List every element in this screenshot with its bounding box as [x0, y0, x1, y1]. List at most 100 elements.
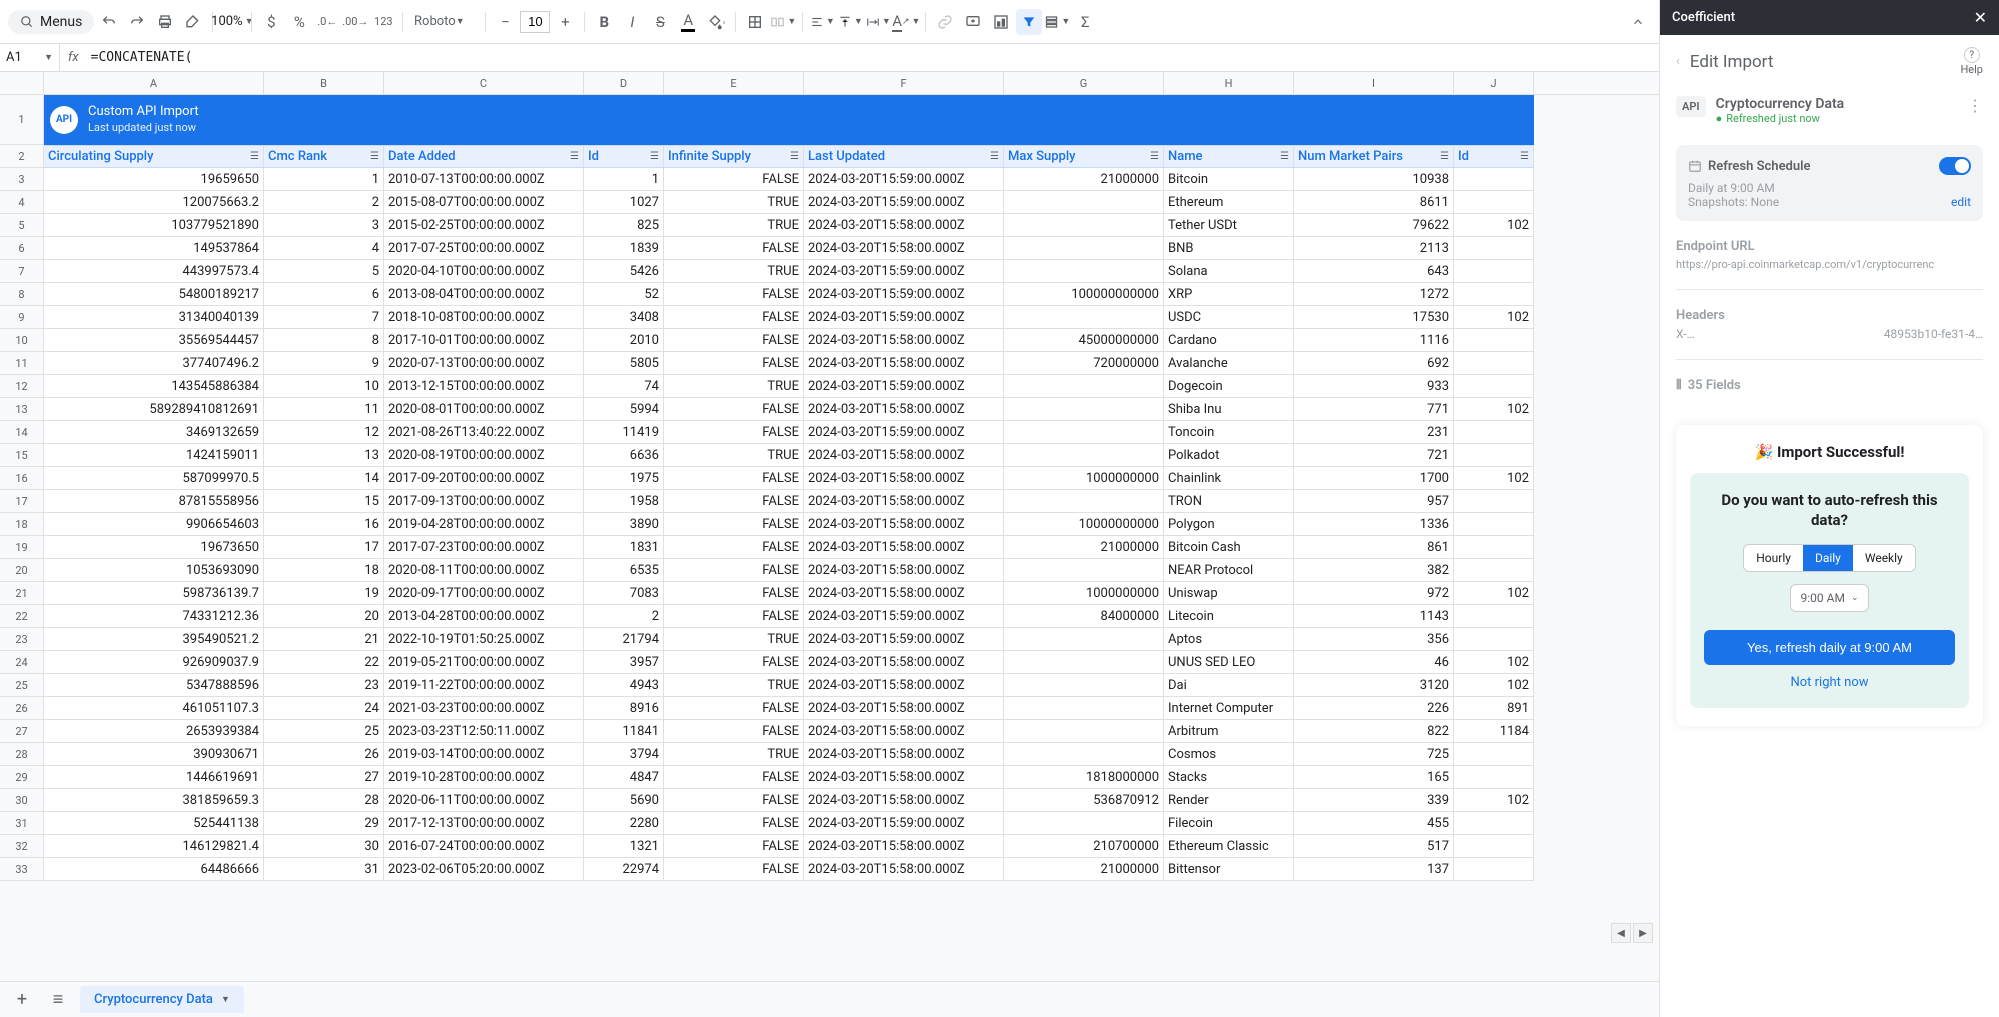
- import-menu-button[interactable]: ⋮: [1967, 96, 1983, 115]
- row-header[interactable]: 17: [0, 490, 44, 513]
- data-cell[interactable]: XRP: [1164, 283, 1294, 306]
- data-cell[interactable]: 2024-03-20T15:59:00.000Z: [804, 375, 1004, 398]
- data-cell[interactable]: [1454, 536, 1534, 559]
- data-cell[interactable]: 2: [264, 191, 384, 214]
- data-cell[interactable]: 2024-03-20T15:58:00.000Z: [804, 697, 1004, 720]
- data-cell[interactable]: 825: [584, 214, 664, 237]
- data-cell[interactable]: 2024-03-20T15:58:00.000Z: [804, 444, 1004, 467]
- data-cell[interactable]: [1004, 651, 1164, 674]
- data-cell[interactable]: Ethereum Classic: [1164, 835, 1294, 858]
- add-sheet-button[interactable]: +: [8, 986, 36, 1014]
- data-cell[interactable]: FALSE: [664, 398, 804, 421]
- data-cell[interactable]: Polygon: [1164, 513, 1294, 536]
- data-cell[interactable]: 8916: [584, 697, 664, 720]
- data-cell[interactable]: 1027: [584, 191, 664, 214]
- data-cell[interactable]: 9906654603: [44, 513, 264, 536]
- data-cell[interactable]: 4943: [584, 674, 664, 697]
- row-header[interactable]: 19: [0, 536, 44, 559]
- data-cell[interactable]: 1272: [1294, 283, 1454, 306]
- data-cell[interactable]: [1004, 191, 1164, 214]
- data-cell[interactable]: 1958: [584, 490, 664, 513]
- data-cell[interactable]: 2019-05-21T00:00:00.000Z: [384, 651, 584, 674]
- data-cell[interactable]: FALSE: [664, 835, 804, 858]
- data-cell[interactable]: 536870912: [1004, 789, 1164, 812]
- data-cell[interactable]: [1004, 306, 1164, 329]
- row-header[interactable]: 4: [0, 191, 44, 214]
- data-cell[interactable]: [1004, 260, 1164, 283]
- column-filter-header[interactable]: Max Supply☰: [1004, 145, 1164, 168]
- row-header[interactable]: 18: [0, 513, 44, 536]
- row-header[interactable]: 16: [0, 467, 44, 490]
- data-cell[interactable]: 2020-08-01T00:00:00.000Z: [384, 398, 584, 421]
- data-cell[interactable]: [1004, 697, 1164, 720]
- data-cell[interactable]: [1004, 674, 1164, 697]
- data-cell[interactable]: TRUE: [664, 743, 804, 766]
- data-cell[interactable]: 2013-12-15T00:00:00.000Z: [384, 375, 584, 398]
- data-cell[interactable]: 2024-03-20T15:59:00.000Z: [804, 812, 1004, 835]
- menus-button[interactable]: Menus: [8, 10, 94, 34]
- currency-button[interactable]: $: [258, 9, 284, 35]
- data-cell[interactable]: 2020-08-11T00:00:00.000Z: [384, 559, 584, 582]
- column-filter-header[interactable]: Num Market Pairs☰: [1294, 145, 1454, 168]
- data-cell[interactable]: [1454, 835, 1534, 858]
- data-cell[interactable]: 861: [1294, 536, 1454, 559]
- schedule-edit-link[interactable]: edit: [1951, 195, 1971, 209]
- data-cell[interactable]: [1454, 605, 1534, 628]
- data-cell[interactable]: 2020-04-10T00:00:00.000Z: [384, 260, 584, 283]
- name-box[interactable]: A1▼: [0, 44, 60, 71]
- fill-color-button[interactable]: [703, 9, 729, 35]
- row-header[interactable]: 8: [0, 283, 44, 306]
- column-filter-header[interactable]: Name☰: [1164, 145, 1294, 168]
- data-cell[interactable]: Toncoin: [1164, 421, 1294, 444]
- data-cell[interactable]: 381859659.3: [44, 789, 264, 812]
- data-cell[interactable]: NEAR Protocol: [1164, 559, 1294, 582]
- data-cell[interactable]: 21000000: [1004, 536, 1164, 559]
- data-cell[interactable]: 2024-03-20T15:58:00.000Z: [804, 720, 1004, 743]
- scroll-right-button[interactable]: ▶: [1633, 923, 1653, 943]
- data-cell[interactable]: FALSE: [664, 720, 804, 743]
- data-cell[interactable]: [1454, 858, 1534, 881]
- data-cell[interactable]: 12: [264, 421, 384, 444]
- data-cell[interactable]: 102: [1454, 467, 1534, 490]
- data-cell[interactable]: 6636: [584, 444, 664, 467]
- data-cell[interactable]: 2024-03-20T15:58:00.000Z: [804, 329, 1004, 352]
- data-cell[interactable]: [1004, 375, 1164, 398]
- data-cell[interactable]: 1446619691: [44, 766, 264, 789]
- data-cell[interactable]: 455: [1294, 812, 1454, 835]
- data-cell[interactable]: 2113: [1294, 237, 1454, 260]
- data-cell[interactable]: 10938: [1294, 168, 1454, 191]
- data-cell[interactable]: [1454, 743, 1534, 766]
- row-header[interactable]: 15: [0, 444, 44, 467]
- data-cell[interactable]: 2024-03-20T15:58:00.000Z: [804, 467, 1004, 490]
- data-cell[interactable]: Stacks: [1164, 766, 1294, 789]
- data-cell[interactable]: 1424159011: [44, 444, 264, 467]
- data-cell[interactable]: 926909037.9: [44, 651, 264, 674]
- data-cell[interactable]: 2024-03-20T15:58:00.000Z: [804, 743, 1004, 766]
- column-filter-header[interactable]: Id☰: [584, 145, 664, 168]
- data-cell[interactable]: 2024-03-20T15:58:00.000Z: [804, 490, 1004, 513]
- data-cell[interactable]: 146129821.4: [44, 835, 264, 858]
- column-header[interactable]: I: [1294, 72, 1454, 94]
- data-cell[interactable]: 17: [264, 536, 384, 559]
- wrap-button[interactable]: ▼: [865, 9, 891, 35]
- data-cell[interactable]: Ethereum: [1164, 191, 1294, 214]
- link-button[interactable]: [932, 9, 958, 35]
- data-cell[interactable]: 100000000000: [1004, 283, 1164, 306]
- data-cell[interactable]: FALSE: [664, 789, 804, 812]
- increase-decimal-button[interactable]: .00→: [342, 9, 368, 35]
- undo-button[interactable]: [96, 9, 122, 35]
- data-cell[interactable]: Cardano: [1164, 329, 1294, 352]
- data-cell[interactable]: 30: [264, 835, 384, 858]
- data-cell[interactable]: 2019-11-22T00:00:00.000Z: [384, 674, 584, 697]
- more-formats-button[interactable]: 123: [370, 9, 396, 35]
- data-cell[interactable]: 2024-03-20T15:59:00.000Z: [804, 306, 1004, 329]
- data-cell[interactable]: 525441138: [44, 812, 264, 835]
- data-cell[interactable]: 2015-08-07T00:00:00.000Z: [384, 191, 584, 214]
- data-cell[interactable]: 52: [584, 283, 664, 306]
- data-cell[interactable]: 2019-03-14T00:00:00.000Z: [384, 743, 584, 766]
- row-header[interactable]: 14: [0, 421, 44, 444]
- data-cell[interactable]: 102: [1454, 582, 1534, 605]
- data-cell[interactable]: 2024-03-20T15:58:00.000Z: [804, 536, 1004, 559]
- data-cell[interactable]: Arbitrum: [1164, 720, 1294, 743]
- data-cell[interactable]: 5: [264, 260, 384, 283]
